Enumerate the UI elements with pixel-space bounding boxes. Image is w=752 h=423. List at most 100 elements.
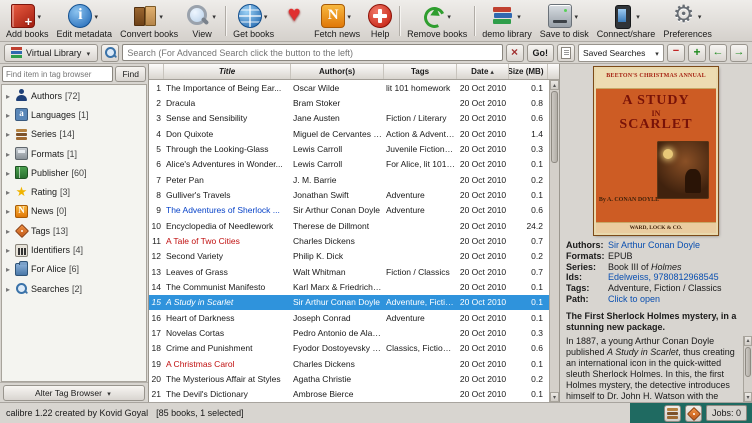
toolbar-button-remove-books[interactable]: Remove books	[403, 1, 471, 41]
table-row[interactable]: 20The Mysterious Affair at StylesAgatha …	[149, 371, 549, 386]
table-row[interactable]: 10Encyclopedia of NeedleworkTherese de D…	[149, 218, 549, 233]
search-input[interactable]	[122, 44, 502, 61]
toolbar-button-convert-books[interactable]: Convert books	[116, 1, 182, 41]
toggle-cover-browser-button[interactable]	[664, 405, 681, 422]
tag-browser-find-input[interactable]	[2, 66, 113, 82]
toolbar-button-edit-metadata[interactable]: Edit metadata	[53, 1, 117, 41]
scroll-down-icon[interactable]	[550, 392, 559, 402]
book-date: 20 Oct 2010	[457, 236, 509, 246]
sidebar-item-for-alice[interactable]: For Alice[6]	[2, 260, 146, 279]
expander-icon[interactable]	[4, 91, 12, 101]
table-row[interactable]: 21The Devil's DictionaryAmbrose Bierce20…	[149, 387, 549, 402]
table-row[interactable]: 15A Study in ScarletSir Arthur Conan Doy…	[149, 295, 549, 310]
sidebar-item-publisher[interactable]: Publisher[60]	[2, 163, 146, 182]
sidebar-item-formats[interactable]: Formats[1]	[2, 144, 146, 163]
sidebar-item-series[interactable]: Series[14]	[2, 125, 146, 144]
expander-icon[interactable]	[4, 206, 12, 216]
toolbar-button-help[interactable]: Help	[364, 1, 396, 41]
column-header-title[interactable]: Title	[164, 64, 291, 79]
table-row[interactable]: 2DraculaBram Stoker20 Oct 20100.8	[149, 95, 549, 110]
toolbar-button-get-books[interactable]: Get books	[229, 1, 278, 41]
expander-icon[interactable]	[4, 264, 12, 274]
toolbar-button-save-to-disk[interactable]: Save to disk	[536, 1, 593, 41]
dropdown-arrow-icon	[157, 11, 165, 21]
table-row[interactable]: 1The Importance of Being Ear...Oscar Wil…	[149, 80, 549, 95]
table-row[interactable]: 11A Tale of Two CitiesCharles Dickens20 …	[149, 233, 549, 248]
table-row[interactable]: 17Novelas CortasPedro Antonio de Alarcón…	[149, 325, 549, 340]
copy-search-button[interactable]	[557, 44, 575, 62]
column-header-authors[interactable]: Author(s)	[291, 64, 384, 79]
book-list-scrollbar[interactable]	[549, 80, 559, 402]
toolbar-button-view[interactable]: View	[182, 1, 222, 41]
table-row[interactable]: 14The Communist ManifestoKarl Marx & Fri…	[149, 279, 549, 294]
table-row[interactable]: 4Don QuixoteMiguel de Cervantes Saa...Ac…	[149, 126, 549, 141]
delete-saved-search-button[interactable]	[667, 44, 685, 62]
toolbar-button-demo-library[interactable]: demo library	[478, 1, 536, 41]
save-search-button[interactable]	[688, 44, 706, 62]
virtual-library-button[interactable]: Virtual Library	[4, 44, 98, 62]
scrollbar-thumb[interactable]	[745, 347, 751, 377]
toolbar-button-fetch-news[interactable]: Fetch news	[310, 1, 364, 41]
panel-toggle-left-button[interactable]	[709, 44, 727, 62]
table-row[interactable]: 9The Adventures of Sherlock ...Sir Arthu…	[149, 203, 549, 218]
sidebar-item-rating[interactable]: Rating[3]	[2, 182, 146, 201]
jobs-indicator[interactable]: Jobs: 0	[706, 405, 747, 421]
expander-icon[interactable]	[4, 226, 12, 236]
toolbar-button-preferences[interactable]: Preferences	[659, 1, 716, 41]
rating-icon	[15, 186, 28, 199]
expander-icon[interactable]	[4, 168, 12, 178]
panel-toggle-right-button[interactable]	[730, 44, 748, 62]
table-row[interactable]: 7Peter PanJ. M. Barrie20 Oct 20100.2	[149, 172, 549, 187]
book-cover[interactable]: BEETON'S CHRISTMAS ANNUAL A STUDY IN SCA…	[594, 67, 718, 235]
sidebar-item-news[interactable]: News[0]	[2, 202, 146, 221]
column-header-date[interactable]: Date	[457, 64, 509, 79]
formats-icon	[15, 147, 28, 160]
scroll-up-icon[interactable]	[550, 80, 559, 90]
column-header-tags[interactable]: Tags	[384, 64, 457, 79]
search-go-button[interactable]: Go!	[527, 44, 555, 62]
table-row[interactable]: 12Second VarietyPhilip K. Dick20 Oct 201…	[149, 249, 549, 264]
table-row[interactable]: 8Gulliver's TravelsJonathan SwiftAdventu…	[149, 187, 549, 202]
sidebar-item-tags[interactable]: Tags[13]	[2, 221, 146, 240]
sidebar-item-count: [1]	[67, 149, 77, 159]
table-row[interactable]: 5Through the Looking-GlassLewis CarrollJ…	[149, 141, 549, 156]
sidebar-item-identifiers[interactable]: Identifiers[4]	[2, 240, 146, 259]
scroll-up-icon[interactable]	[744, 336, 752, 346]
expander-icon[interactable]	[4, 129, 12, 139]
alter-tag-browser-button[interactable]: Alter Tag Browser	[3, 385, 145, 401]
expander-icon[interactable]	[4, 110, 12, 120]
toolbar-button-connect-share[interactable]: Connect/share	[593, 1, 660, 41]
column-header-index[interactable]	[149, 64, 164, 79]
expander-icon[interactable]	[4, 187, 12, 197]
expander-icon[interactable]	[4, 245, 12, 255]
toolbar: Add booksEdit metadataConvert books ViewG…	[0, 0, 752, 42]
table-row[interactable]: 18Crime and PunishmentFyodor Dostoyevsky…	[149, 341, 549, 356]
expander-icon[interactable]	[4, 149, 12, 159]
table-row[interactable]: 3Sense and SensibilityJane AustenFiction…	[149, 111, 549, 126]
scrollbar-thumb[interactable]	[551, 91, 558, 163]
table-row[interactable]: 16Heart of DarknessJoseph ConradAdventur…	[149, 310, 549, 325]
tag-browser-find-button[interactable]: Find	[115, 66, 146, 82]
toggle-tag-browser-button[interactable]	[685, 405, 702, 422]
description-scrollbar[interactable]	[743, 336, 752, 402]
table-row[interactable]: 19A Christmas CarolCharles Dickens20 Oct…	[149, 356, 549, 371]
sidebar-item-searches[interactable]: Searches[2]	[2, 279, 146, 298]
sidebar-item-authors[interactable]: Authors[72]	[2, 86, 146, 105]
field-value[interactable]: Edelweiss, 9780812968545	[608, 272, 748, 283]
toolbar-button-add-books[interactable]: Add books	[2, 1, 53, 41]
advanced-search-button[interactable]	[101, 44, 119, 62]
sidebar-item-languages[interactable]: Languages[1]	[2, 105, 146, 124]
toolbar-button-label: Convert books	[120, 29, 178, 40]
field-value[interactable]: Sir Arthur Conan Doyle	[608, 240, 748, 251]
saved-searches-select[interactable]: Saved Searches	[578, 44, 664, 62]
field-value[interactable]: Click to open	[608, 294, 748, 305]
scroll-down-icon[interactable]	[744, 392, 752, 402]
book-size: 0.1	[509, 282, 548, 292]
clear-search-button[interactable]	[506, 44, 524, 62]
expander-icon[interactable]	[4, 284, 12, 294]
table-row[interactable]: 13Leaves of GrassWalt WhitmanFiction / C…	[149, 264, 549, 279]
toolbar-button-donate[interactable]	[278, 1, 310, 41]
column-header-size[interactable]: Size (MB)	[509, 64, 548, 79]
table-row[interactable]: 6Alice's Adventures in Wonder...Lewis Ca…	[149, 157, 549, 172]
toolbar-button-icon-area	[238, 2, 270, 29]
